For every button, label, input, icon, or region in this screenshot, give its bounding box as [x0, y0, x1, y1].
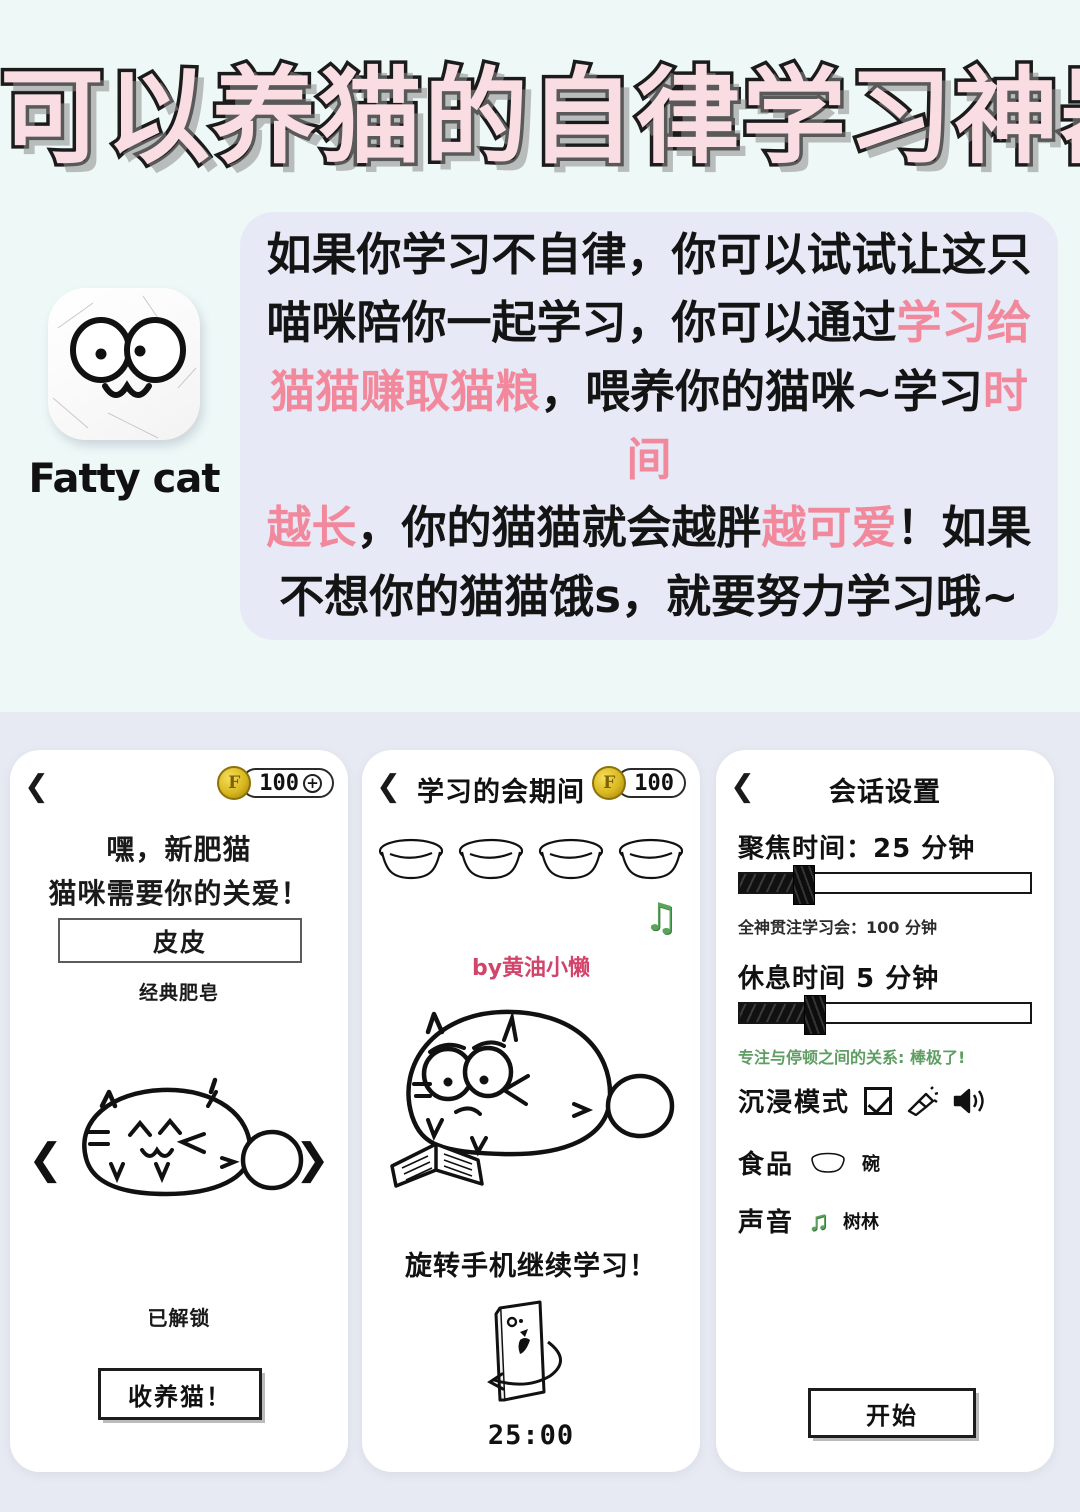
slider-thumb[interactable]: [792, 865, 815, 905]
focus-time-label: 聚焦时间：25 分钟: [738, 834, 976, 864]
coin-amount-pill: 100: [616, 768, 686, 798]
fat-cat-reading-icon: [390, 1009, 675, 1188]
focus-time-slider[interactable]: [738, 865, 1032, 905]
cat-breed-label: 经典肥皂: [138, 982, 219, 1004]
adopt-cat-button[interactable]: 收养猫！: [98, 1368, 262, 1420]
description-line: 越长，你的猫猫就会越胖越可爱！如果: [264, 494, 1034, 562]
description-run: 喵咪陪你一起学习，你可以通过: [266, 296, 897, 350]
rest-time-label: 休息时间 5 分钟: [738, 964, 940, 994]
phone-screen-study-session: ❮ 学习的会期间 F 100 ♫ by黄油小懒 旋转手机继续学习！ 25:00: [362, 750, 700, 1472]
screenshot-strip: ❮ F 100 + 嘿，新肥猫 猫咪需要你的关爱！ 皮皮 经典肥皂 ❮ ❯ 已解…: [0, 712, 1080, 1512]
speaker-icon[interactable]: [952, 1086, 986, 1116]
back-chevron-icon[interactable]: ❮: [24, 772, 49, 802]
food-bowl-icon: [378, 838, 684, 880]
coin-amount-pill[interactable]: 100 +: [241, 768, 334, 798]
rotate-hint-label: 旋转手机继续学习！: [405, 1251, 657, 1282]
description-highlight: 学习给: [896, 296, 1032, 350]
slider-thumb[interactable]: [804, 995, 827, 1035]
description-run: 如果你学习不自律，你可以试试让这只: [266, 227, 1032, 281]
description-line: 猫猫赚取猫粮，喂养你的猫咪~学习时间: [264, 358, 1034, 495]
food-setting-row[interactable]: 食品 碗: [738, 1144, 880, 1181]
watermark-label: by黄油小懒: [471, 956, 591, 981]
app-showcase: Fatty cat: [18, 288, 230, 502]
timer-display: 25:00: [487, 1420, 575, 1451]
flashlight-icon[interactable]: [906, 1085, 939, 1116]
rest-time-slider[interactable]: [738, 995, 1032, 1035]
description-run: ，你的猫猫就会越胖: [356, 501, 762, 555]
music-note-icon: ♫: [808, 1204, 830, 1236]
screen1-subheading: 猫咪需要你的关爱！: [48, 877, 310, 910]
coin-amount: 100: [259, 770, 299, 796]
coin-icon: F: [592, 766, 627, 800]
focus-time-note: 全神贯注学习会：100 分钟: [738, 918, 937, 937]
coin-icon: F: [217, 766, 252, 800]
promo-section: 可以养猫的自律学习神器 Fatty cat 如果你学习不自律，你可以试试让这只喵…: [0, 0, 1080, 712]
description-highlight: 猫猫赚取猫粮: [270, 364, 541, 418]
plus-circle-icon[interactable]: +: [303, 773, 322, 793]
immersive-mode-row[interactable]: 沉浸模式: [738, 1082, 986, 1119]
sound-value: 树林: [843, 1211, 880, 1233]
description-highlight: 越长: [266, 501, 357, 555]
sound-label: 声音: [738, 1208, 795, 1238]
status-badge: 已解锁: [147, 1306, 211, 1330]
rotate-phone-icon: [487, 1300, 562, 1402]
description-run: ，喂养你的猫咪~学习: [540, 364, 983, 418]
start-button[interactable]: 开始: [808, 1388, 976, 1438]
coin-badge[interactable]: F 100: [592, 766, 686, 800]
screen3-topbar: ❮ 会话设置: [716, 750, 1054, 816]
cat-name-input[interactable]: 皮皮: [58, 918, 302, 963]
page-title: 可以养猫的自律学习神器: [0, 54, 1080, 180]
description-line: 不想你的猫猫饿s，就要努力学习哦~: [264, 563, 1034, 631]
screen3-title: 会话设置: [829, 777, 941, 808]
food-value: 碗: [862, 1153, 881, 1175]
description-run: 不想你的猫猫饿s，就要努力学习哦~: [279, 569, 1019, 623]
screen1-topbar: ❮ F 100 +: [10, 750, 348, 816]
food-bowl-icon: [811, 1152, 845, 1173]
coin-amount: 100: [634, 770, 674, 796]
checkbox-checked-icon[interactable]: [864, 1086, 893, 1115]
screen1-heading: 嘿，新肥猫: [106, 833, 252, 866]
screen2-topbar: ❮ 学习的会期间 F 100: [362, 750, 700, 816]
fat-cat-sleeping-icon: [82, 1077, 304, 1197]
app-name-label: Fatty cat: [28, 456, 220, 502]
music-note-icon[interactable]: ♫: [644, 898, 678, 936]
description-line: 如果你学习不自律，你可以试试让这只: [264, 221, 1034, 289]
immersive-mode-label: 沉浸模式: [738, 1088, 851, 1118]
sound-setting-row[interactable]: 声音 ♫ 树林: [738, 1202, 879, 1239]
app-icon[interactable]: [48, 288, 200, 440]
food-label: 食品: [738, 1150, 795, 1180]
description-card: 如果你学习不自律，你可以试试让这只 喵咪陪你一起学习，你可以通过学习给 猫猫赚取猫粮…: [240, 212, 1058, 640]
coin-badge[interactable]: F 100 +: [217, 766, 334, 800]
food-bowl-row: [376, 834, 686, 886]
description-line: 喵咪陪你一起学习，你可以通过学习给: [264, 289, 1034, 357]
phone-screen-adopt-cat: ❮ F 100 + 嘿，新肥猫 猫咪需要你的关爱！ 皮皮 经典肥皂 ❮ ❯ 已解…: [10, 750, 348, 1472]
description-run: ！如果: [896, 501, 1032, 555]
description-text: 如果你学习不自律，你可以试试让这只 喵咪陪你一起学习，你可以通过学习给 猫猫赚取猫粮…: [264, 221, 1034, 631]
rest-time-note: 专注与停顿之间的关系: 棒极了!: [738, 1048, 966, 1067]
cat-face-icon: [52, 295, 197, 439]
description-highlight: 越可爱: [761, 501, 897, 555]
phone-screen-session-settings: ❮ 会话设置 聚焦时间：25 分钟 全神贯注学习会：100 分钟 休息时间 5 …: [716, 750, 1054, 1472]
